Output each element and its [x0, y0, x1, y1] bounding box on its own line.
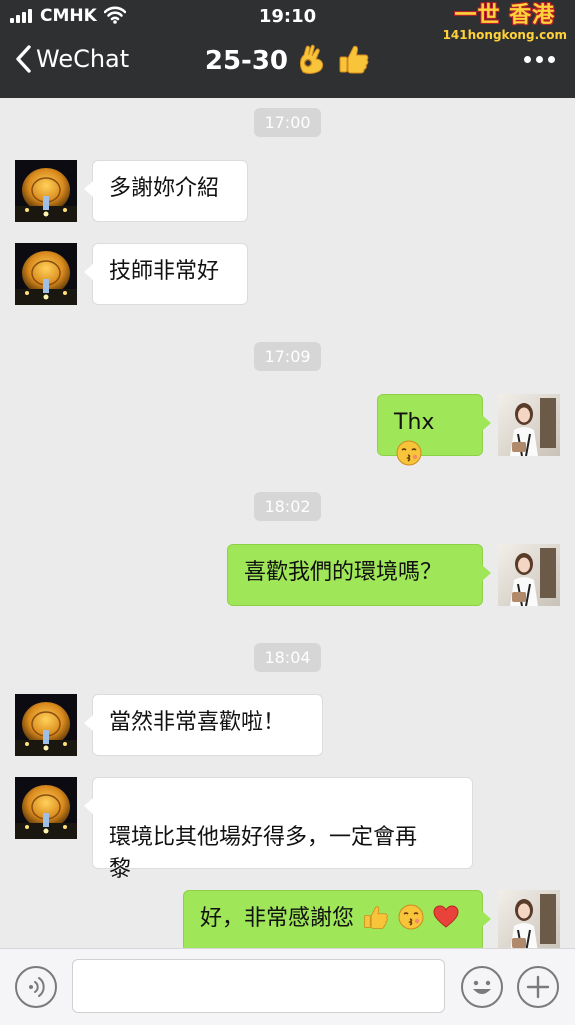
smiley-icon [473, 980, 491, 994]
message-text: 當然非常喜歡啦！ [109, 710, 286, 735]
chat-area[interactable]: 17:00 多謝妳介紹 技師非常好 17:09 Thx 18:02 喜歡我們的環… [0, 98, 575, 948]
contact-avatar[interactable] [15, 160, 77, 222]
received-message[interactable]: 環境比其他場好得多，一定會再 黎 [84, 777, 473, 882]
received-message[interactable]: 當然非常喜歡啦！ [84, 694, 323, 756]
emoji-button[interactable] [461, 966, 503, 1008]
chat-title: 25-30 [0, 44, 575, 76]
kiss-emoji [396, 440, 422, 466]
voice-icon [29, 977, 45, 997]
input-bar [0, 948, 575, 1025]
plus-icon [526, 975, 550, 999]
message-text: Thx [394, 410, 435, 435]
heart-emoji [433, 905, 459, 928]
thumbs-up-emoji [364, 906, 388, 929]
status-bar: CMHK 19:10 一世 香港 141hongkong.com [0, 0, 575, 42]
contact-avatar[interactable] [15, 243, 77, 305]
chat-title-text: 25-30 [204, 46, 289, 76]
message-text: 喜歡我們的環境嗎？ [244, 560, 443, 585]
watermark-url: 141hongkong.com [442, 28, 567, 42]
watermark-title: 一世 香港 [454, 3, 556, 28]
top-bar: CMHK 19:10 一世 香港 141hongkong.com WeChat … [0, 0, 575, 98]
user-avatar[interactable] [498, 890, 560, 948]
contact-avatar[interactable] [15, 694, 77, 756]
message-text: 好，非常感謝您 [200, 906, 355, 931]
user-avatar[interactable] [498, 394, 560, 456]
timestamp: 18:02 [0, 492, 575, 521]
timestamp: 17:09 [0, 342, 575, 371]
kiss-emoji [398, 904, 424, 930]
timestamp: 17:00 [0, 108, 575, 137]
watermark-logo: 一世 香港 141hongkong.com [443, 3, 567, 42]
user-avatar[interactable] [498, 544, 560, 606]
voice-button[interactable] [15, 966, 57, 1008]
received-message[interactable]: 多謝妳介紹 [84, 160, 248, 222]
message-text: 技師非常好 [109, 259, 220, 284]
received-message[interactable]: 技師非常好 [84, 243, 248, 305]
timestamp: 18:04 [0, 643, 575, 672]
thumbs-up-emoji [339, 45, 369, 74]
message-input[interactable] [72, 959, 445, 1013]
contact-avatar[interactable] [15, 777, 77, 839]
message-text: 多謝妳介紹 [109, 176, 220, 201]
message-text: 環境比其他場好得多，一定會再 黎 [109, 825, 418, 882]
more-icon [524, 56, 531, 63]
sent-message[interactable]: Thx [377, 394, 491, 466]
more-button[interactable] [524, 56, 555, 63]
ok-hand-emoji [300, 44, 324, 74]
sent-message[interactable]: 喜歡我們的環境嗎？ [227, 544, 491, 606]
sent-message[interactable]: 好，非常感謝您 [183, 890, 491, 948]
plus-button[interactable] [517, 966, 559, 1008]
